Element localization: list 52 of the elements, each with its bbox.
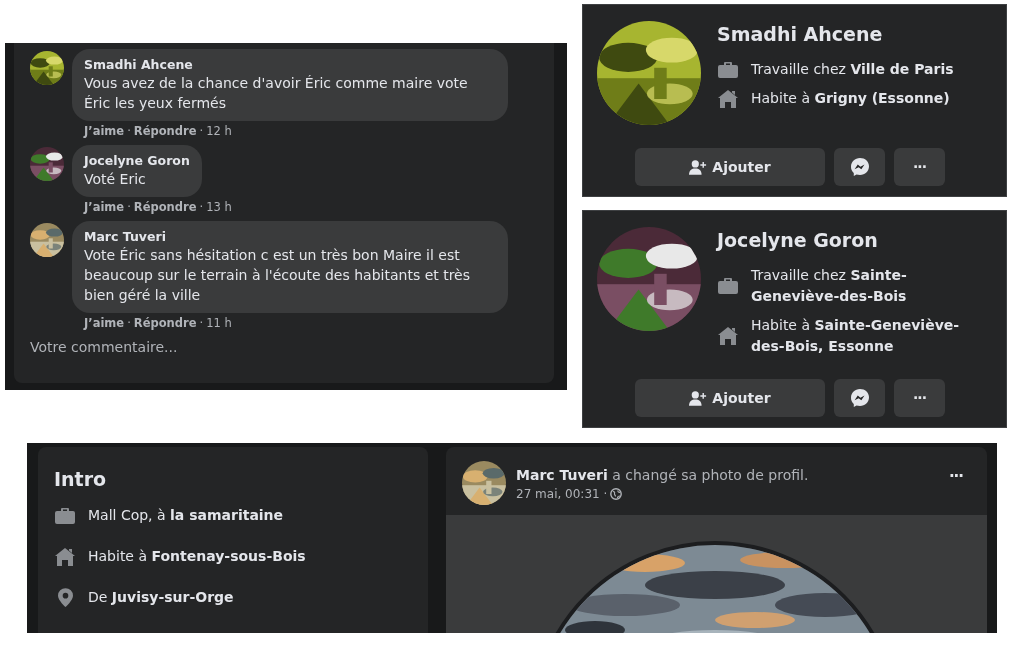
messenger-button[interactable] xyxy=(834,379,885,417)
detail-text: Habite à Grigny (Essonne) xyxy=(751,89,950,108)
separator-dot: · xyxy=(199,315,204,331)
add-friend-button[interactable]: Ajouter xyxy=(635,148,825,186)
detail-text: Habite à Sainte-Geneviève-des-Bois, Essonne xyxy=(751,316,961,356)
comment-action-link[interactable]: J’aime xyxy=(84,199,125,215)
more-options-button[interactable]: ··· xyxy=(944,463,967,489)
detail-text: Habite à Fontenay-sous-Bois xyxy=(88,547,306,566)
comment-author[interactable]: Marc Tuveri xyxy=(84,229,496,245)
intro-title: Intro xyxy=(54,467,108,491)
detail-text: Travaille chez Ville de Paris xyxy=(751,60,954,79)
detail-text: Travaille chez Sainte-Geneviève-des-Bois xyxy=(751,266,908,306)
globe-icon xyxy=(610,487,623,500)
add-person-icon xyxy=(689,159,708,175)
briefcase-icon xyxy=(54,505,76,526)
messenger-icon xyxy=(850,389,869,407)
comment-text: Vote Éric sans hésitation c est un très bon Maire il est beaucoup sur le terrain à l'écoute des habitants et très bien géré la ville xyxy=(84,246,472,305)
comment-action-link[interactable]: J’aime xyxy=(84,315,125,331)
house-icon xyxy=(717,326,739,346)
comment-author[interactable]: Smadhi Ahcene xyxy=(84,57,496,73)
house-icon xyxy=(717,88,739,109)
comment-time[interactable]: 12 h xyxy=(206,123,232,139)
profile-name[interactable]: Jocelyne Goron xyxy=(717,227,987,253)
comment-time[interactable]: 11 h xyxy=(206,315,232,331)
messenger-button[interactable] xyxy=(834,148,885,186)
detail-text: Mall Cop, à la samaritaine xyxy=(88,506,284,525)
briefcase-icon xyxy=(717,276,739,296)
add-friend-button[interactable]: Ajouter xyxy=(635,379,825,417)
comment-author[interactable]: Jocelyne Goron xyxy=(84,153,190,169)
comment-action-link[interactable]: J’aime xyxy=(84,123,125,139)
comment-text: Vous avez de la chance d'avoir Éric comme maire vote Éric les yeux fermés xyxy=(84,74,469,113)
separator-dot: · xyxy=(199,123,204,139)
comment-action-link[interactable]: Répondre xyxy=(133,123,197,139)
comment-action-link[interactable]: Répondre xyxy=(133,315,197,331)
more-options-button[interactable]: ··· xyxy=(894,148,945,186)
separator-dot: · xyxy=(127,199,131,215)
post-headline: Marc Tuveri a changé sa photo de profil. xyxy=(516,465,809,485)
detail-text: De Juvisy-sur-Orge xyxy=(88,588,234,607)
post-date[interactable]: 27 mai, 00:31 · xyxy=(516,486,608,501)
profile-name[interactable]: Smadhi Ahcene xyxy=(717,21,987,47)
comment-input-field[interactable]: Votre commentaire... xyxy=(30,335,330,359)
separator-dot: · xyxy=(127,315,131,331)
messenger-icon xyxy=(850,158,869,176)
briefcase-icon xyxy=(717,59,739,80)
comment-text: Voté Eric xyxy=(84,170,147,189)
more-options-button[interactable]: ··· xyxy=(894,379,945,417)
separator-dot: · xyxy=(199,199,204,215)
comment-time[interactable]: 13 h xyxy=(206,199,232,215)
separator-dot: · xyxy=(127,123,131,139)
add-person-icon xyxy=(689,390,708,406)
house-icon xyxy=(54,546,76,567)
comment-action-link[interactable]: Répondre xyxy=(133,199,197,215)
